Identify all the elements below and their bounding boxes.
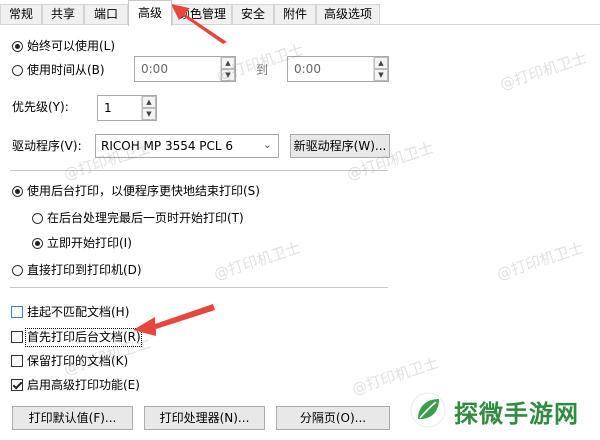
tab-ports[interactable]: 端口 [84,4,128,24]
focus-rectangle [25,328,142,347]
spin-up-icon[interactable]: ▲ [374,57,388,69]
start-immediately-radio[interactable] [32,238,43,249]
print-processor-button[interactable]: 打印处理器(N)... [144,406,265,430]
available-from-label: 使用时间从(B) [27,63,105,77]
from-time-value: 0:00 [141,62,168,76]
keep-printed-checkbox[interactable] [11,355,23,367]
hold-mismatched-label: 挂起不匹配文档(H) [27,305,130,319]
to-time-value: 0:00 [294,62,321,76]
watermark: @打印机卫士 [211,238,303,284]
tab-advanced[interactable]: 高级 [128,0,172,26]
hold-mismatched-checkbox[interactable] [11,306,23,318]
site-logo: 探微手游网 [410,390,590,430]
advanced-features-label: 启用高级打印功能(E) [27,378,140,392]
separator-page-button[interactable]: 分隔页(O)... [276,406,390,430]
spin-down-icon[interactable]: ▼ [374,69,388,81]
tab-attachments[interactable]: 附件 [274,4,316,24]
priority-label: 优先级(Y): [12,100,69,114]
available-from-radio[interactable] [12,65,23,76]
leaf-logo-icon [410,392,446,428]
print-spooled-first-checkbox[interactable] [11,331,23,343]
printing-defaults-button[interactable]: 打印默认值(F)... [12,406,133,430]
watermark: @打印机卫士 [494,238,586,284]
start-immediately-label: 立即开始打印(I) [47,236,132,250]
always-available-radio[interactable] [12,41,23,52]
spool-radio[interactable] [12,186,23,197]
spin-up-icon[interactable]: ▲ [142,96,156,108]
driver-label: 驱动程序(V): [12,139,82,153]
from-time-spinner[interactable]: ▲ ▼ [220,57,235,81]
divider [10,170,388,171]
to-time-spinner[interactable]: ▲ ▼ [373,57,388,81]
tab-general[interactable]: 常规 [0,4,42,24]
from-time-input[interactable]: 0:00 ▲ ▼ [134,56,236,82]
spin-up-icon[interactable]: ▲ [221,57,235,69]
watermark: @打印机卫士 [497,48,589,94]
start-after-last-page-label: 在后台处理完最后一页时开始打印(T) [47,211,244,225]
start-after-last-page-radio[interactable] [32,213,43,224]
driver-select[interactable]: RICOH MP 3554 PCL 6 ⌄ [95,134,279,158]
divider [10,287,388,288]
tab-sharing[interactable]: 共享 [42,4,84,24]
priority-value: 1 [104,101,112,115]
print-direct-label: 直接打印到打印机(D) [27,263,142,277]
logo-text: 探微手游网 [454,400,579,428]
tab-divider [0,24,600,25]
tab-bar: 常规 共享 端口 高级 颜色管理 安全 附件 高级选项 [0,0,600,26]
chevron-down-icon: ⌄ [262,138,272,151]
tab-advanced-options[interactable]: 高级选项 [316,4,380,24]
always-available-label: 始终可以使用(L) [27,39,116,53]
tab-security[interactable]: 安全 [232,4,274,24]
to-time-input[interactable]: 0:00 ▲ ▼ [287,56,389,82]
keep-printed-label: 保留打印的文档(K) [27,354,129,368]
priority-input[interactable]: 1 ▲ ▼ [97,95,157,121]
priority-spinner[interactable]: ▲ ▼ [141,96,156,120]
spin-down-icon[interactable]: ▼ [142,108,156,120]
spin-down-icon[interactable]: ▼ [221,69,235,81]
driver-value: RICOH MP 3554 PCL 6 [101,139,234,153]
print-direct-radio[interactable] [12,265,23,276]
to-label: 到 [256,63,269,77]
new-driver-button[interactable]: 新驱动程序(W)... [290,134,390,158]
spool-label: 使用后台打印，以便程序更快地结束打印(S) [27,184,260,198]
tab-color-management[interactable]: 颜色管理 [172,4,232,24]
advanced-features-checkbox[interactable] [11,379,23,391]
